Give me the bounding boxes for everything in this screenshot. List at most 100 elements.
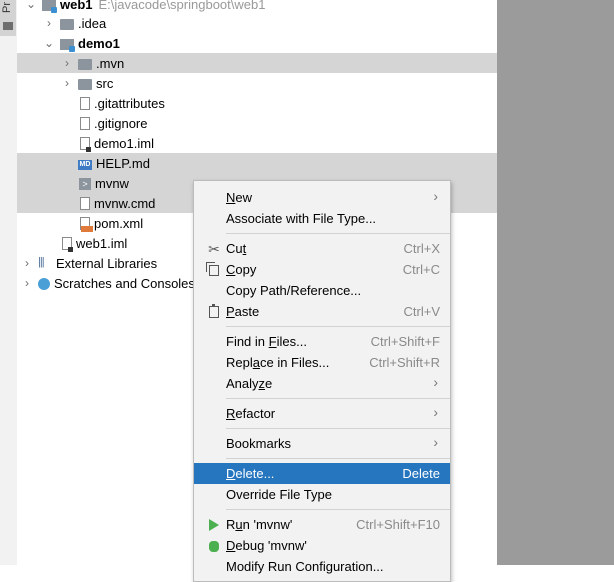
module-file-icon — [62, 236, 73, 252]
tree-label: .gitignore — [94, 115, 148, 131]
menu-label: Paste — [226, 304, 260, 319]
menu-item-run[interactable]: Run 'mvnw' Ctrl+Shift+F10 — [194, 514, 450, 535]
menu-item-bookmarks[interactable]: Bookmarks › — [194, 433, 450, 454]
project-path: E:\javacode\springboot\web1 — [98, 0, 266, 12]
menu-label: Analyze — [226, 376, 273, 391]
menu-label: Find in Files... — [226, 334, 307, 349]
submenu-arrow-icon: › — [433, 434, 438, 450]
chevron-down-icon[interactable]: ⌄ — [43, 33, 55, 53]
tree-row-help-md[interactable]: MD HELP.md — [17, 153, 497, 173]
project-tool-window-button[interactable]: Pr — [0, 0, 16, 36]
maven-file-icon — [80, 216, 93, 232]
menu-label: Copy Path/Reference... — [226, 283, 362, 298]
menu-item-copy[interactable]: Copy Ctrl+C — [194, 259, 450, 280]
menu-item-copy-path[interactable]: Copy Path/Reference... — [194, 280, 450, 301]
menu-separator — [226, 428, 450, 429]
menu-item-analyze[interactable]: Analyze › — [194, 373, 450, 394]
shortcut-label: Delete — [402, 466, 440, 481]
menu-label: Refactor — [226, 406, 276, 421]
folder-icon — [60, 18, 74, 30]
menu-item-debug[interactable]: Debug 'mvnw' — [194, 535, 450, 556]
menu-label: New — [226, 190, 253, 205]
menu-label: Override File Type — [226, 487, 332, 502]
scratches-icon — [38, 277, 50, 290]
menu-separator — [226, 398, 450, 399]
tree-label: .idea — [78, 15, 107, 31]
tree-label: .mvn — [96, 55, 125, 71]
tree-label: pom.xml — [94, 215, 144, 231]
tree-label: web1.iml — [76, 235, 128, 251]
project-tab-label: Pr — [1, 2, 13, 13]
menu-item-cut[interactable]: ✂ Cut Ctrl+X — [194, 238, 450, 259]
tree-row-gitattributes[interactable]: .gitattributes — [17, 93, 497, 113]
tree-label: mvnw — [95, 175, 129, 191]
menu-item-new[interactable]: New › — [194, 187, 450, 208]
folder-icon — [3, 22, 13, 30]
library-icon: ||| — [38, 256, 45, 268]
paste-icon — [206, 304, 222, 320]
text-file-icon — [80, 196, 90, 210]
chevron-right-icon[interactable]: › — [61, 73, 73, 93]
bug-icon — [206, 538, 222, 554]
menu-label: Modify Run Configuration... — [226, 559, 384, 574]
module-file-icon — [80, 136, 91, 152]
menu-label: Bookmarks — [226, 436, 292, 451]
tree-row-idea[interactable]: › .idea — [17, 13, 497, 33]
folder-icon — [78, 58, 92, 70]
shortcut-label: Ctrl+Shift+R — [369, 355, 440, 370]
menu-label: Associate with File Type... — [226, 211, 377, 226]
context-menu: New › Associate with File Type... ✂ Cut … — [193, 180, 451, 582]
shortcut-label: Ctrl+C — [402, 262, 440, 277]
chevron-right-icon[interactable]: › — [61, 53, 73, 73]
menu-item-associate-file-type[interactable]: Associate with File Type... — [194, 208, 450, 229]
submenu-arrow-icon: › — [433, 188, 438, 204]
folder-icon — [78, 78, 92, 90]
copy-icon — [206, 261, 222, 278]
menu-separator — [226, 509, 450, 510]
menu-item-modify-run-configuration[interactable]: Modify Run Configuration... — [194, 556, 450, 577]
chevron-right-icon[interactable]: › — [21, 273, 33, 293]
chevron-down-icon[interactable]: ⌄ — [25, 0, 37, 14]
module-folder-icon — [42, 0, 57, 13]
menu-item-find-in-files[interactable]: Find in Files... Ctrl+Shift+F — [194, 331, 450, 352]
shortcut-label: Ctrl+V — [403, 304, 440, 319]
tree-label: HELP.md — [96, 155, 150, 171]
tree-row-src[interactable]: › src — [17, 73, 497, 93]
tree-label: .gitattributes — [94, 95, 165, 111]
tree-row-mvn[interactable]: › .mvn — [17, 53, 497, 73]
module-folder-icon — [60, 38, 75, 52]
tree-label: src — [96, 75, 114, 91]
tree-row-demo1-iml[interactable]: demo1.iml — [17, 133, 497, 153]
tree-label: Scratches and Consoles — [54, 275, 195, 291]
chevron-right-icon[interactable]: › — [43, 13, 55, 33]
submenu-arrow-icon: › — [433, 404, 438, 420]
menu-separator — [226, 326, 450, 327]
menu-label: Replace in Files... — [226, 355, 330, 370]
run-icon — [206, 517, 222, 533]
menu-item-paste[interactable]: Paste Ctrl+V — [194, 301, 450, 322]
menu-label: Run 'mvnw' — [226, 517, 293, 532]
menu-item-override-file-type[interactable]: Override File Type — [194, 484, 450, 505]
submenu-arrow-icon: › — [433, 374, 438, 390]
menu-label: Delete... — [226, 466, 275, 481]
menu-label: Copy — [226, 262, 257, 277]
tree-row-web1[interactable]: ⌄ web1 E:\javacode\springboot\web1 — [17, 0, 497, 14]
chevron-right-icon[interactable]: › — [21, 253, 33, 273]
markdown-file-icon: MD — [78, 159, 92, 170]
menu-item-replace-in-files[interactable]: Replace in Files... Ctrl+Shift+R — [194, 352, 450, 373]
menu-item-refactor[interactable]: Refactor › — [194, 403, 450, 424]
scissors-icon: ✂ — [208, 240, 220, 257]
tree-label: mvnw.cmd — [94, 195, 156, 211]
menu-separator — [226, 458, 450, 459]
menu-item-delete[interactable]: Delete... Delete — [194, 463, 450, 484]
shortcut-label: Ctrl+X — [403, 241, 440, 256]
menu-label: Cut — [226, 241, 247, 256]
tree-row-gitignore[interactable]: .gitignore — [17, 113, 497, 133]
tree-row-demo1[interactable]: ⌄ demo1 — [17, 33, 497, 53]
shortcut-label: Ctrl+Shift+F10 — [356, 517, 440, 532]
menu-label: Debug 'mvnw' — [226, 538, 307, 553]
tool-window-stripe: Pr — [0, 0, 18, 565]
tree-label: demo1 — [78, 35, 120, 51]
editor-area — [497, 0, 614, 565]
text-file-icon — [80, 96, 90, 110]
